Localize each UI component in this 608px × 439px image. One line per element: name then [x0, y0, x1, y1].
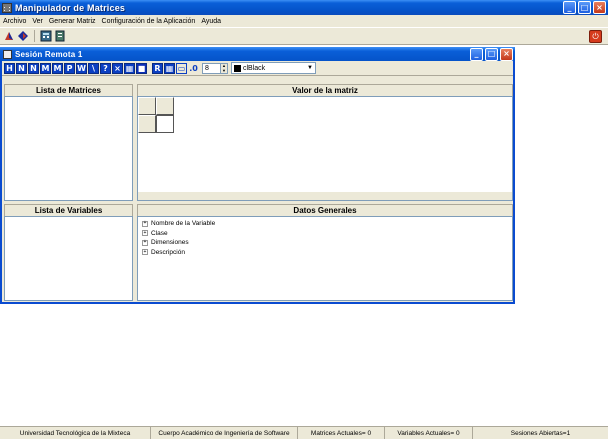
main-toolbar: ⏻ [0, 27, 608, 45]
close-button[interactable]: × [593, 1, 606, 14]
font-size-spinner[interactable]: ▲ ▼ [221, 62, 228, 74]
session-minimize-button[interactable]: _ [470, 47, 483, 61]
tree-item-label: Clase [151, 229, 168, 237]
menu-ver[interactable]: Ver [32, 18, 43, 25]
status-university: Universidad Tecnológica de la Mixteca [0, 427, 151, 439]
mdi-area: Sesión Remota 1 _ □ × H N N M M P W \ ? … [0, 45, 608, 426]
tool-m-button[interactable]: M [40, 62, 51, 74]
variable-list[interactable] [4, 216, 133, 301]
session-titlebar: Sesión Remota 1 _ □ × [0, 47, 515, 61]
tree-item-variable-name[interactable]: + Nombre de la Variable [138, 219, 512, 229]
matrix-grid[interactable] [137, 96, 513, 201]
maximize-button[interactable]: □ [578, 1, 591, 14]
session-title: Sesión Remota 1 [15, 49, 83, 59]
tool-question-button[interactable]: ? [100, 62, 111, 74]
expand-icon[interactable]: + [142, 230, 148, 237]
menu-bar: Archivo Ver Generar Matriz Configuración… [0, 15, 608, 27]
tree-item-class[interactable]: + Clase [138, 229, 512, 239]
menu-ayuda[interactable]: Ayuda [201, 18, 221, 25]
tool-p-button[interactable]: P [64, 62, 75, 74]
chevron-down-icon[interactable]: ▼ [305, 63, 315, 73]
minimize-button[interactable]: _ [563, 1, 576, 14]
tool-pattern-button[interactable]: ▦ [164, 62, 175, 74]
matrix-row-header[interactable] [138, 115, 156, 133]
diamond-icon[interactable] [16, 30, 29, 43]
expand-icon[interactable]: + [142, 249, 148, 256]
font-size-input[interactable]: 8 [202, 62, 221, 74]
color-select[interactable]: clBlack ▼ [231, 62, 316, 74]
status-variables: Variables Actuales= 0 [385, 427, 473, 439]
tool-grid-button[interactable]: ▦ [124, 62, 135, 74]
tool-r-button[interactable]: R [152, 62, 163, 74]
session-toolbar: H N N M M P W \ ? × ▦ ■ R ▦ ▭ .0 8 ▲ ▼ cl… [2, 61, 513, 76]
expand-icon[interactable]: + [142, 220, 148, 227]
power-icon[interactable]: ⏻ [589, 30, 602, 43]
tool-window-button[interactable]: ▭ [176, 62, 187, 74]
menu-archivo[interactable]: Archivo [3, 18, 26, 25]
tool-w-button[interactable]: W [76, 62, 87, 74]
matrix-list-panel: Lista de Matrices [4, 84, 133, 201]
matrix-column-header[interactable] [156, 97, 174, 115]
status-academic-body: Cuerpo Académico de Ingeniería de Softwa… [151, 427, 298, 439]
main-titlebar: Manipulador de Matrices _ □ × [0, 0, 608, 15]
status-matrices: Matrices Actuales= 0 [298, 427, 385, 439]
session-close-button[interactable]: × [500, 47, 513, 61]
matrix-cell[interactable] [156, 115, 174, 133]
remote-session-window: Sesión Remota 1 _ □ × H N N M M P W \ ? … [0, 47, 515, 304]
pointer-icon[interactable] [2, 30, 15, 43]
tool-decimal-button[interactable]: .0 [188, 62, 199, 74]
general-data-header: Datos Generales [137, 204, 513, 216]
horizontal-scrollbar[interactable] [138, 192, 512, 200]
tree-item-label: Nombre de la Variable [151, 220, 216, 228]
tool-h-button[interactable]: H [4, 62, 15, 74]
variable-list-header: Lista de Variables [4, 204, 133, 216]
session-maximize-button[interactable]: □ [485, 47, 498, 61]
menu-configuracion[interactable]: Configuración de la Aplicación [102, 18, 196, 25]
calculator-icon[interactable] [39, 30, 52, 43]
status-sessions: Sesiones Abiertas=1 [510, 430, 571, 437]
variable-list-panel: Lista de Variables [4, 204, 133, 301]
tree-item-dimensions[interactable]: + Dimensiones [138, 238, 512, 248]
tree-item-label: Dimensiones [151, 239, 189, 247]
tool-fill-button[interactable]: ■ [136, 62, 147, 74]
tool-n-button[interactable]: N [16, 62, 27, 74]
toolbar-separator [34, 30, 35, 42]
expand-icon[interactable]: + [142, 239, 148, 246]
matrix-list-header: Lista de Matrices [4, 84, 133, 96]
general-data-panel: Datos Generales + Nombre de la Variable … [137, 204, 513, 301]
matrix-value-panel: Valor de la matriz [137, 84, 513, 201]
general-data-tree[interactable]: + Nombre de la Variable + Clase + Dimens… [137, 216, 513, 301]
tool-cross-button[interactable]: × [112, 62, 123, 74]
tree-item-description[interactable]: + Descripción [138, 248, 512, 258]
status-bar: Universidad Tecnológica de la Mixteca Cu… [0, 426, 608, 439]
document-icon[interactable] [53, 30, 66, 43]
menu-generar-matriz[interactable]: Generar Matriz [49, 18, 96, 25]
tool-m2-button[interactable]: M [52, 62, 63, 74]
window-title: Manipulador de Matrices [15, 2, 126, 13]
color-swatch [234, 64, 241, 72]
matrix-corner-cell [138, 97, 156, 115]
tool-backslash-button[interactable]: \ [88, 62, 99, 74]
session-grid-icon [3, 49, 12, 59]
color-select-value: clBlack [243, 64, 266, 72]
matrix-value-header: Valor de la matriz [137, 84, 513, 96]
app-grid-icon [2, 2, 12, 13]
tool-n2-button[interactable]: N [28, 62, 39, 74]
tree-item-label: Descripción [151, 248, 185, 256]
matrix-list[interactable] [4, 96, 133, 201]
